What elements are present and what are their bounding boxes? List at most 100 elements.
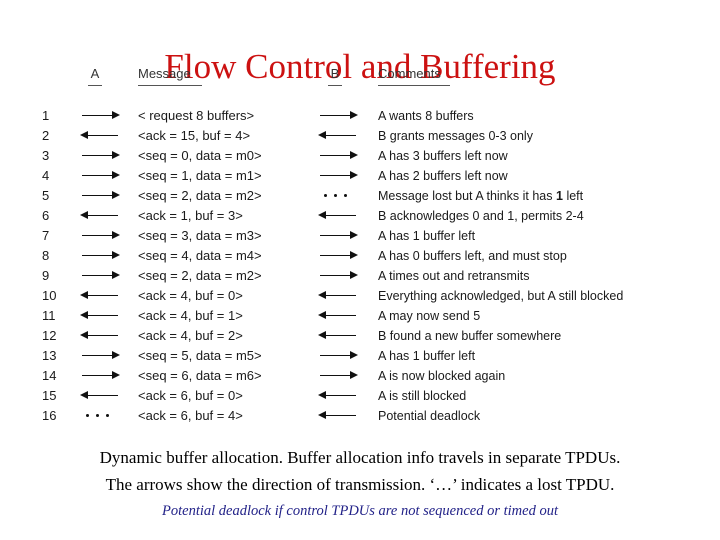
arrow-glyph — [318, 406, 358, 426]
arrow-head — [350, 171, 358, 179]
arrow-left-icon — [318, 286, 362, 306]
table-row: 14 <seq = 6, data = m6> A is now blocked a… — [0, 366, 720, 386]
arrow-left-icon — [318, 406, 362, 426]
table-row: 12 <ack = 4, buf = 2> B found a new buffer… — [0, 326, 720, 346]
arrow-glyph — [80, 106, 120, 126]
row-number: 8 — [42, 248, 50, 263]
message-text: <seq = 5, data = m5> — [138, 348, 262, 363]
arrow-head — [350, 251, 358, 259]
dots-glyph — [80, 406, 120, 426]
arrow-glyph — [318, 326, 358, 346]
comment-text: B grants messages 0-3 only — [378, 129, 533, 143]
arrow-glyph — [80, 146, 120, 166]
arrow-head — [112, 251, 120, 259]
arrow-glyph — [318, 206, 358, 226]
arrow-glyph — [80, 266, 120, 286]
arrow-head — [350, 111, 358, 119]
arrow-right-icon — [318, 246, 362, 266]
arrow-head — [318, 311, 326, 319]
protocol-sequence-table: A Message B Comments 1 < request 8 buffer… — [0, 66, 720, 426]
message-text: <seq = 2, data = m2> — [138, 268, 262, 283]
comment-text: B acknowledges 0 and 1, permits 2-4 — [378, 209, 584, 223]
arrow-head — [350, 231, 358, 239]
arrow-left-icon — [80, 126, 124, 146]
comment-text: A has 2 buffers left now — [378, 169, 508, 183]
row-number: 6 — [42, 208, 50, 223]
arrow-right-icon — [80, 106, 124, 126]
dot — [334, 194, 338, 198]
message-text: <seq = 6, data = m6> — [138, 368, 262, 383]
table-row: 8 <seq = 4, data = m4> A has 0 buffers lef… — [0, 246, 720, 266]
arrow-glyph — [80, 206, 120, 226]
dot — [96, 414, 100, 418]
message-text: <seq = 1, data = m1> — [138, 168, 262, 183]
message-text: <ack = 1, buf = 3> — [138, 208, 243, 223]
column-header-b: B — [328, 66, 342, 86]
row-number: 7 — [42, 228, 50, 243]
message-text: <seq = 3, data = m3> — [138, 228, 262, 243]
comment-text: A is still blocked — [378, 389, 467, 403]
row-number: 15 — [42, 388, 57, 403]
arrow-right-icon — [318, 226, 362, 246]
column-header-a-label: A — [90, 66, 100, 81]
arrow-head — [112, 371, 120, 379]
arrow-head — [112, 351, 120, 359]
column-header-a-underline — [88, 85, 102, 86]
table-body: 1 < request 8 buffers> A wants 8 buffers 2 <… — [0, 106, 720, 426]
arrow-glyph — [80, 346, 120, 366]
arrow-glyph — [80, 246, 120, 266]
arrow-head — [350, 151, 358, 159]
arrow-left-icon — [80, 286, 124, 306]
table-row: 11 <ack = 4, buf = 1> A may now send 5 — [0, 306, 720, 326]
comment-text: Potential deadlock — [378, 409, 481, 423]
arrow-glyph — [318, 386, 358, 406]
dot — [106, 414, 110, 418]
lost-tpdu-dots-icon — [318, 186, 362, 206]
dot — [86, 414, 90, 418]
column-header-a: A — [88, 66, 102, 86]
arrow-glyph — [318, 366, 358, 386]
arrow-right-icon — [318, 366, 362, 386]
arrow-glyph — [80, 326, 120, 346]
arrow-head — [80, 131, 88, 139]
table-row: 3 <seq = 0, data = m0> A has 3 buffers lef… — [0, 146, 720, 166]
row-number: 11 — [42, 308, 56, 323]
arrow-head — [80, 391, 88, 399]
comment-text: A has 1 buffer left — [378, 349, 476, 363]
row-number: 13 — [42, 348, 57, 363]
table-header-row: A Message B Comments — [0, 66, 720, 92]
column-header-comments: Comments — [378, 66, 450, 86]
table-row: 5 <seq = 2, data = m2> Message lost but A … — [0, 186, 720, 206]
comment-text: Everything acknowledged, but A still blo… — [378, 289, 624, 303]
comment-text: A may now send 5 — [378, 309, 481, 323]
dots-glyph — [318, 186, 358, 206]
arrow-glyph — [80, 306, 120, 326]
arrow-glyph — [318, 306, 358, 326]
arrow-head — [80, 211, 88, 219]
arrow-right-icon — [80, 246, 124, 266]
arrow-head — [112, 271, 120, 279]
arrow-right-icon — [318, 146, 362, 166]
table-row: 10 <ack = 4, buf = 0> Everything acknowled… — [0, 286, 720, 306]
arrow-left-icon — [80, 206, 124, 226]
comment-text: A has 1 buffer left — [378, 229, 476, 243]
table-row: 7 <seq = 3, data = m3> A has 1 buffer left — [0, 226, 720, 246]
arrow-head — [80, 311, 88, 319]
row-number: 3 — [42, 148, 50, 163]
arrow-right-icon — [318, 346, 362, 366]
row-number: 1 — [42, 108, 50, 123]
arrow-glyph — [80, 386, 120, 406]
arrow-left-icon — [318, 326, 362, 346]
row-number: 5 — [42, 188, 50, 203]
arrow-head — [350, 271, 358, 279]
arrow-head — [318, 291, 326, 299]
dot — [344, 194, 348, 198]
row-number: 2 — [42, 128, 50, 143]
arrow-glyph — [318, 226, 358, 246]
comment-text: A wants 8 buffers — [378, 109, 474, 123]
arrow-head — [112, 111, 120, 119]
arrow-right-icon — [80, 186, 124, 206]
arrow-glyph — [318, 146, 358, 166]
arrow-glyph — [318, 126, 358, 146]
arrow-glyph — [80, 366, 120, 386]
